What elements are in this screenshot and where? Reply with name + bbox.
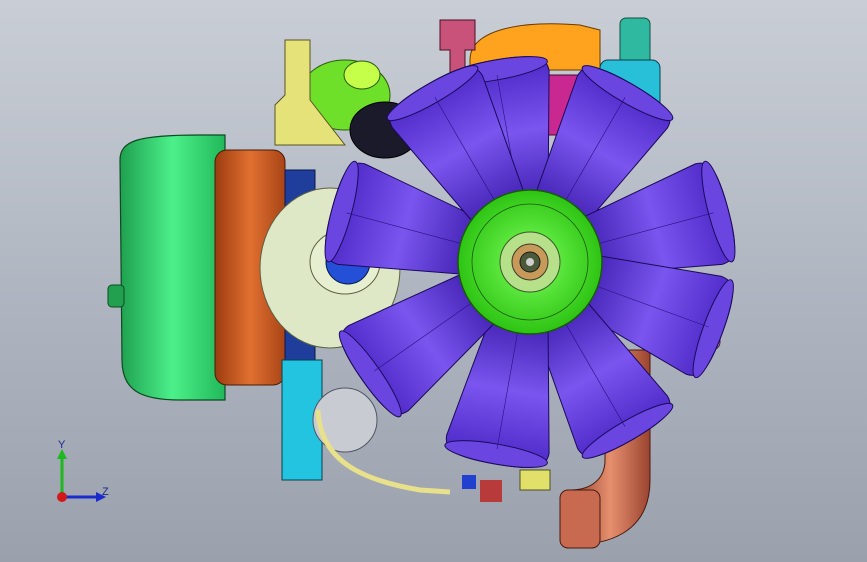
- cad-3d-viewport[interactable]: Y Z: [0, 0, 867, 562]
- fan-hub: [457, 189, 603, 335]
- oil-pan: [119, 134, 226, 401]
- y-axis-label: Y: [58, 439, 66, 451]
- coordinate-triad: Y Z: [57, 439, 109, 502]
- engine-model[interactable]: [0, 0, 867, 562]
- z-axis-label: Z: [102, 486, 109, 498]
- x-axis-dot: [57, 492, 67, 502]
